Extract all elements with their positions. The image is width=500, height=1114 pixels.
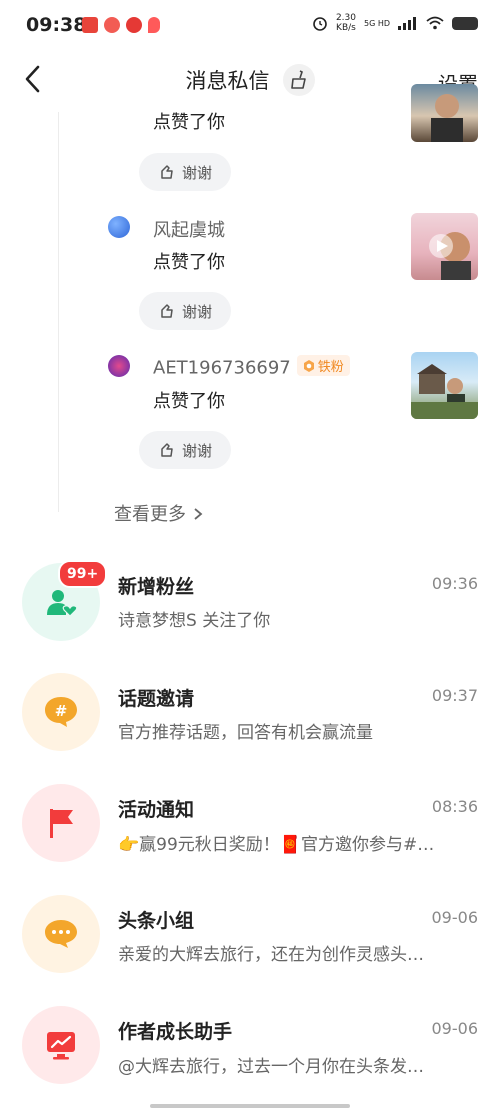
iron-fan-badge: 铁粉 (296, 355, 350, 376)
like-text: 点赞了你 (153, 112, 225, 133)
thanks-hand-icon (161, 304, 173, 318)
signal-icon (398, 17, 416, 30)
network-label: 5G HD (363, 18, 390, 28)
message-row-topic-invite[interactable]: # 话题邀请 09:37 官方推荐话题，回答有机会赢流量 (0, 670, 500, 780)
thanks-button[interactable]: 谢谢 (139, 153, 231, 191)
toutiao-app-icon (82, 17, 98, 33)
like-username[interactable]: 风起虞城 (153, 216, 225, 242)
message-row-activity-notice[interactable]: 活动通知 08:36 👉赢99元秋日奖励！🧧官方邀你参与#… (0, 783, 500, 893)
net-speed-unit: KB/s (336, 23, 356, 33)
net-speed-value: 2.30 (335, 13, 356, 23)
liked-post-thumbnail[interactable] (411, 352, 478, 419)
hashtag-bubble-icon: # (45, 697, 77, 727)
message-row-author-growth[interactable]: 作者成长助手 09-06 @大辉去旅行，过去一个月你在头条发… (0, 1004, 500, 1114)
like-username[interactable]: AET196736697 (153, 358, 291, 379)
travel-photo-icon (411, 364, 478, 419)
thanks-label: 谢谢 (181, 441, 212, 460)
video-app-icon (126, 17, 142, 33)
chat-dots-icon (45, 920, 77, 948)
badge-icon (303, 359, 314, 372)
person-heart-icon (47, 590, 78, 617)
thanks-hand-icon (161, 443, 173, 457)
message-subtitle: 诗意梦想S 关注了你 (118, 611, 271, 631)
battery-icon (452, 16, 478, 30)
status-bar: 09:38 2.30 KB/s 5G HD (0, 0, 500, 52)
thread-line (58, 112, 59, 512)
person-photo-icon (431, 94, 463, 142)
message-row-toutiao-group[interactable]: 头条小组 09-06 亲爱的大辉去旅行，还在为创作灵感头… (0, 894, 500, 1004)
status-time: 09:38 (26, 14, 87, 36)
unread-count-badge: 99+ (58, 560, 108, 588)
see-more-link[interactable]: 查看更多 (114, 500, 204, 526)
message-time: 09:36 (431, 574, 478, 593)
like-username-row: AET196736697 铁粉 (153, 355, 350, 379)
message-title: 头条小组 (118, 910, 195, 932)
message-time: 09:37 (431, 686, 478, 705)
badge-label: 铁粉 (317, 360, 344, 375)
thanks-label: 谢谢 (181, 302, 212, 321)
status-right: 2.30 KB/s 5G HD (312, 13, 478, 33)
location-icon (148, 17, 160, 33)
liked-post-thumbnail[interactable] (411, 213, 478, 280)
message-subtitle: 官方推荐话题，回答有机会赢流量 (118, 723, 373, 743)
thanks-hand-icon (161, 165, 173, 179)
flag-icon (50, 809, 73, 838)
thanks-button[interactable]: 谢谢 (139, 431, 231, 469)
topic-invite-icon-circle: # (22, 673, 100, 751)
growth-chart-icon (47, 1032, 75, 1060)
user-avatar[interactable] (108, 216, 130, 238)
net-speed: 2.30 KB/s (336, 13, 356, 33)
message-title: 活动通知 (118, 799, 195, 821)
message-title: 新增粉丝 (118, 576, 195, 598)
activity-notice-icon-circle (22, 784, 100, 862)
message-subtitle: 亲爱的大辉去旅行，还在为创作灵感头… (118, 945, 424, 965)
message-subtitle: 👉赢99元秋日奖励！🧧官方邀你参与#… (118, 835, 435, 855)
app-notification-icon (104, 17, 120, 33)
svg-text:#: # (55, 702, 68, 720)
chevron-right-icon (194, 508, 203, 520)
message-time: 09-06 (431, 1019, 479, 1038)
alarm-icon (313, 17, 327, 31)
notification-icons (82, 17, 160, 33)
liked-post-thumbnail[interactable] (411, 84, 478, 142)
toutiao-group-icon-circle (22, 895, 100, 973)
video-thumbnail-icon (429, 232, 471, 280)
message-title: 话题邀请 (118, 688, 195, 710)
author-growth-icon-circle (22, 1006, 100, 1084)
wifi-icon (426, 16, 444, 30)
message-subtitle: @大辉去旅行，过去一个月你在头条发… (118, 1057, 424, 1077)
see-more-label: 查看更多 (114, 504, 186, 525)
thanks-label: 谢谢 (181, 163, 212, 182)
message-time: 08:36 (431, 797, 478, 816)
like-text: 点赞了你 (153, 252, 225, 273)
clear-unread-button[interactable] (282, 64, 315, 96)
message-title: 作者成长助手 (118, 1021, 233, 1043)
page-title: 消息私信 (185, 69, 270, 93)
thanks-button[interactable]: 谢谢 (139, 292, 231, 330)
like-text: 点赞了你 (153, 391, 225, 412)
user-avatar[interactable] (108, 355, 130, 377)
broom-icon (290, 70, 306, 89)
home-indicator[interactable] (150, 1104, 350, 1108)
message-time: 09-06 (431, 908, 479, 927)
